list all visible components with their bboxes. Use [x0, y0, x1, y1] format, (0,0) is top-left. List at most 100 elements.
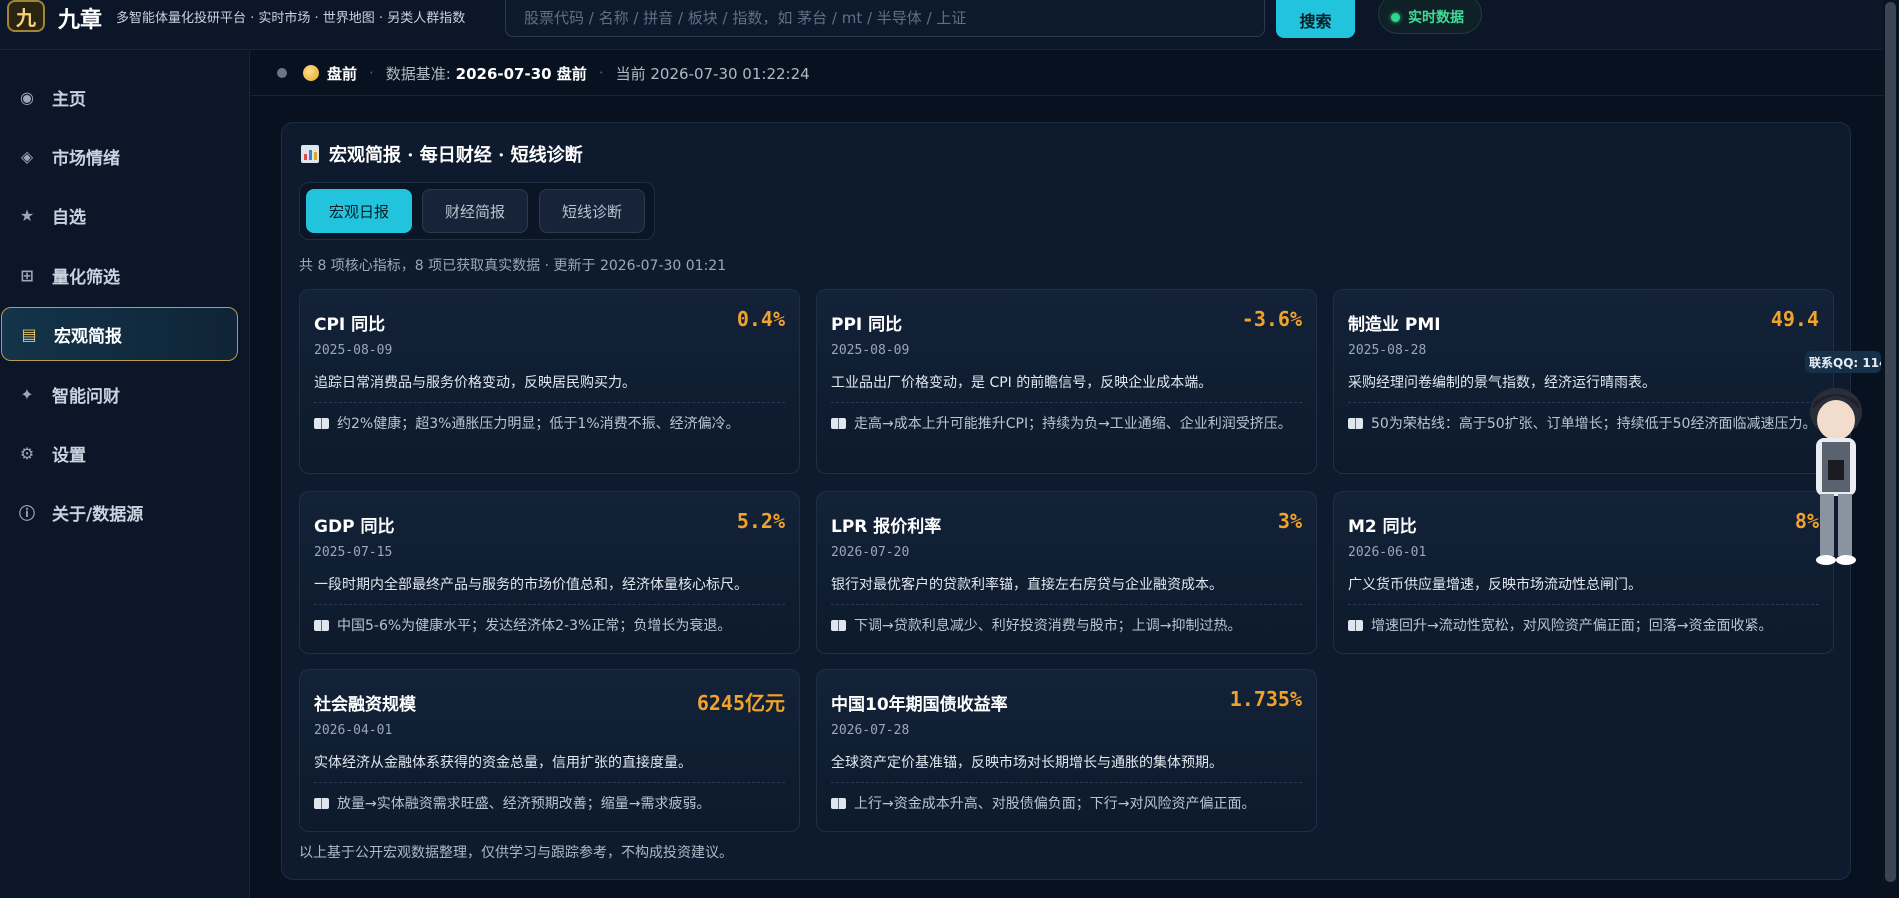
- book-icon: [1348, 418, 1363, 429]
- card-description: 广义货币供应量增速，反映市场流动性总闸门。: [1348, 577, 1642, 593]
- book-icon: [314, 798, 329, 809]
- indicator-card-m2[interactable]: M2 同比 8% 2026-06-01 广义货币供应量增速，反映市场流动性总闸门…: [1333, 491, 1834, 654]
- grid-icon: ⊞: [20, 265, 34, 285]
- card-note: 走高→成本上升可能推升CPI；持续为负→工业通缩、企业利润受挤压。: [831, 413, 1306, 436]
- sun-icon: [303, 65, 319, 81]
- status-dot-icon: [1391, 12, 1400, 22]
- book-icon: [831, 620, 846, 631]
- indicator-card-lpr[interactable]: LPR 报价利率 3% 2026-07-20 银行对最优客户的贷款利率锚，直接左…: [816, 491, 1317, 654]
- card-date: 2026-06-01: [1348, 545, 1427, 560]
- card-description: 实体经济从金融体系获得的资金总量，信用扩张的直接度量。: [314, 755, 692, 771]
- gear-icon: ⚙: [19, 443, 35, 463]
- sidebar-item-label: 智能问财: [52, 386, 120, 407]
- panel-title-text: 宏观简报 · 每日财经 · 短线诊断: [329, 145, 583, 166]
- card-value: 6245亿元: [696, 691, 785, 715]
- bar-chart-icon: [301, 145, 319, 163]
- card-date: 2025-08-28: [1348, 343, 1427, 358]
- home-icon: ◉: [20, 87, 34, 107]
- card-description: 银行对最优客户的贷款利率锚，直接左右房贷与企业融资成本。: [831, 577, 1223, 593]
- indicator-card-gdp[interactable]: GDP 同比 5.2% 2025-07-15 一段时期内全部最终产品与服务的市场…: [299, 491, 800, 654]
- sidebar-item-watchlist[interactable]: ★ 自选: [0, 188, 237, 242]
- card-note-text: 走高→成本上升可能推升CPI；持续为负→工业通缩、企业利润受挤压。: [854, 416, 1292, 432]
- sidebar-item-smart-qa[interactable]: ✦ 智能问财: [0, 367, 237, 421]
- brand-tagline: 多智能体量化投研平台 · 实时市场 · 世界地图 · 另类人群指数: [116, 11, 466, 26]
- basis-label: 数据基准:: [385, 64, 451, 83]
- card-divider: [1348, 402, 1819, 403]
- sidebar-item-quant-screener[interactable]: ⊞ 量化筛选: [0, 248, 237, 302]
- card-note-text: 约2%健康；超3%通胀压力明显；低于1%消费不振、经济偏冷。: [337, 416, 740, 432]
- card-note: 50为荣枯线：高于50扩张、订单增长；持续低于50经济面临减速压力。: [1348, 413, 1823, 436]
- card-note-text: 上行→资金成本升高、对股债偏负面；下行→对风险资产偏正面。: [854, 796, 1256, 812]
- scrollbar-thumb[interactable]: [1885, 2, 1896, 882]
- sidebar-item-label: 设置: [52, 445, 86, 466]
- card-title: PPI 同比: [831, 315, 903, 335]
- card-note-text: 下调→贷款利息减少、利好投资消费与股市；上调→抑制过热。: [854, 618, 1242, 634]
- indicator-card-pmi[interactable]: 制造业 PMI 49.4 2025-08-28 采购经理问卷编制的景气指数，经济…: [1333, 289, 1834, 474]
- sidebar-item-macro-brief[interactable]: ▤ 宏观简报: [1, 307, 238, 361]
- card-date: 2026-07-20: [831, 545, 910, 560]
- app-root: 九 九章 多智能体量化投研平台 · 实时市场 · 世界地图 · 另类人群指数 股…: [0, 0, 1899, 898]
- card-divider: [314, 604, 785, 605]
- status-bar: 盘前 · 数据基准: 2026-07-30 盘前 · 当前 2026-07-30…: [251, 51, 1883, 96]
- contact-qq-label[interactable]: 联系QQ: 114: [1805, 351, 1881, 373]
- indicator-card-ppi[interactable]: PPI 同比 -3.6% 2025-08-09 工业品出厂价格变动，是 CPI …: [816, 289, 1317, 474]
- sidebar-item-label: 主页: [52, 89, 86, 110]
- sidebar-item-about[interactable]: ⓘ 关于/数据源: [0, 485, 237, 539]
- card-date: 2025-08-09: [314, 343, 393, 358]
- card-note: 增速回升→流动性宽松，对风险资产偏正面；回落→资金面收紧。: [1348, 615, 1823, 638]
- separator: ·: [369, 64, 374, 82]
- sidebar: ◉ 主页 ◈ 市场情绪 ★ 自选 ⊞ 量化筛选 ▤ 宏观简报 ✦ 智能问财 ⚙ …: [0, 51, 250, 898]
- sidebar-item-home[interactable]: ◉ 主页: [0, 70, 237, 124]
- card-title: GDP 同比: [314, 517, 395, 537]
- separator: ·: [598, 64, 604, 82]
- card-note-text: 中国5-6%为健康水平；发达经济体2-3%正常；负增长为衰退。: [337, 618, 732, 634]
- info-icon: ⓘ: [18, 504, 35, 523]
- indicator-card-cpi[interactable]: CPI 同比 0.4% 2025-08-09 追踪日常消费品与服务价格变动，反映…: [299, 289, 800, 474]
- card-divider: [831, 782, 1302, 783]
- card-value: -3.6%: [1241, 307, 1302, 331]
- card-title: 制造业 PMI: [1348, 315, 1441, 335]
- card-note-text: 增速回升→流动性宽松，对风险资产偏正面；回落→资金面收紧。: [1371, 618, 1773, 634]
- tab-macro-daily[interactable]: 宏观日报: [306, 189, 412, 233]
- card-description: 全球资产定价基准锚，反映市场对长期增长与通胀的集体预期。: [831, 755, 1223, 771]
- card-description: 一段时期内全部最终产品与服务的市场价值总和，经济体量核心标尺。: [314, 577, 748, 593]
- card-note: 放量→实体融资需求旺盛、经济预期改善；缩量→需求疲弱。: [314, 793, 789, 816]
- sidebar-item-settings[interactable]: ⚙ 设置: [0, 426, 237, 480]
- tab-short-term-diagnosis[interactable]: 短线诊断: [539, 189, 645, 233]
- book-icon: [314, 620, 329, 631]
- card-description: 追踪日常消费品与服务价格变动，反映居民购买力。: [314, 375, 636, 391]
- sidebar-item-label: 自选: [52, 207, 86, 228]
- top-bar: 九 九章 多智能体量化投研平台 · 实时市场 · 世界地图 · 另类人群指数 股…: [0, 0, 1883, 50]
- card-title: M2 同比: [1348, 517, 1417, 537]
- sidebar-item-label: 宏观简报: [54, 326, 122, 347]
- summary-text: 共 8 项核心指标，8 项已获取真实数据 · 更新于 2026-07-30 01…: [299, 258, 727, 274]
- disclaimer-text: 以上基于公开宏观数据整理，仅供学习与跟踪参考，不构成投资建议。: [299, 845, 733, 861]
- indicator-card-social-financing[interactable]: 社会融资规模 6245亿元 2026-04-01 实体经济从金融体系获得的资金总…: [299, 669, 800, 832]
- card-note-text: 50为荣枯线：高于50扩张、订单增长；持续低于50经济面临减速压力。: [1371, 416, 1817, 432]
- book-icon: [1348, 620, 1363, 631]
- card-title: 社会融资规模: [314, 695, 416, 715]
- card-date: 2026-07-28: [831, 723, 910, 738]
- card-title: LPR 报价利率: [831, 517, 942, 537]
- card-divider: [314, 402, 785, 403]
- tab-finance-brief[interactable]: 财经简报: [422, 189, 528, 233]
- card-divider: [831, 402, 1302, 403]
- card-date: 2025-07-15: [314, 545, 393, 560]
- mascot-character-icon[interactable]: [1798, 376, 1876, 572]
- session-label: 盘前: [327, 64, 358, 83]
- sparkle-icon: ✦: [20, 384, 34, 404]
- card-note: 中国5-6%为健康水平；发达经济体2-3%正常；负增长为衰退。: [314, 615, 789, 638]
- indicator-card-10y-bond-yield[interactable]: 中国10年期国债收益率 1.735% 2026-07-28 全球资产定价基准锚，…: [816, 669, 1317, 832]
- card-description: 采购经理问卷编制的景气指数，经济运行晴雨表。: [1348, 375, 1656, 391]
- logo-icon[interactable]: 九: [7, 0, 45, 32]
- sidebar-item-label: 市场情绪: [52, 148, 120, 169]
- search-input[interactable]: 股票代码 / 名称 / 拼音 / 板块 / 指数，如 茅台 / mt / 半导体…: [505, 0, 1265, 37]
- book-icon: [314, 418, 329, 429]
- card-divider: [1348, 604, 1819, 605]
- card-date: 2025-08-09: [831, 343, 910, 358]
- search-button[interactable]: 搜索: [1276, 0, 1355, 38]
- realtime-data-badge[interactable]: 实时数据: [1378, 0, 1482, 34]
- report-icon: ▤: [21, 324, 37, 344]
- card-value: 3%: [1277, 509, 1302, 533]
- sidebar-item-market-sentiment[interactable]: ◈ 市场情绪: [0, 129, 237, 183]
